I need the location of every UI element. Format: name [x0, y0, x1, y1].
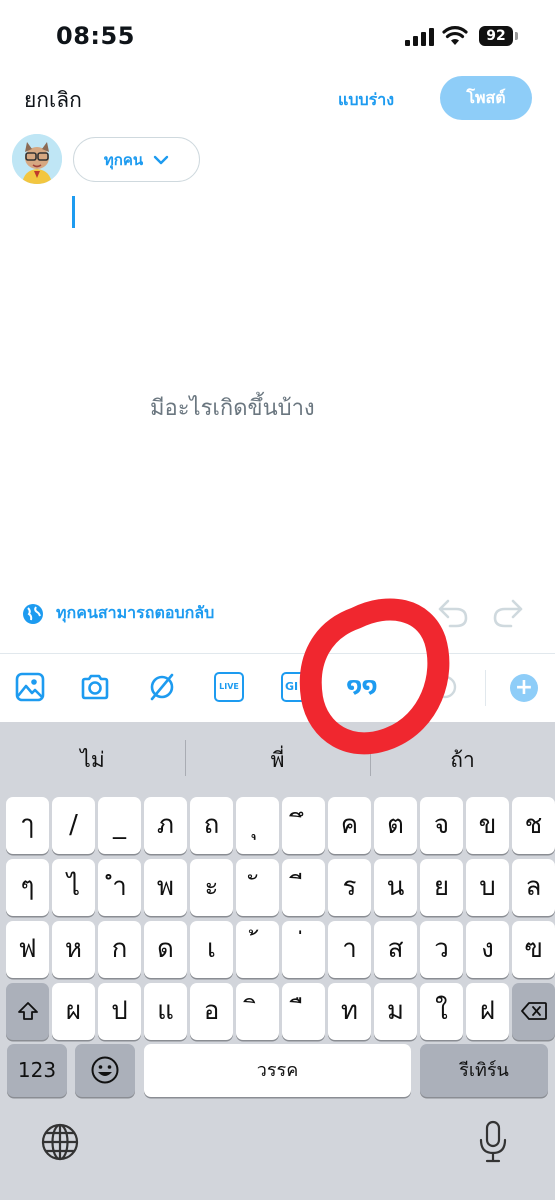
post-button[interactable]: โพสต์	[440, 76, 532, 120]
key[interactable]: ่	[282, 921, 325, 978]
status-time: 08:55	[56, 22, 135, 50]
key[interactable]: บ	[466, 859, 509, 916]
emoji-icon	[91, 1056, 119, 1084]
audience-label: ทุกคน	[103, 150, 144, 169]
key[interactable]: น	[374, 859, 417, 916]
gif-icon[interactable]: GI	[281, 672, 311, 702]
key[interactable]: ผ	[52, 983, 95, 1040]
key[interactable]: ว	[420, 921, 463, 978]
key[interactable]: ย	[420, 859, 463, 916]
key[interactable]: ท	[328, 983, 371, 1040]
chevron-down-icon	[153, 155, 169, 164]
battery-icon: 92	[479, 26, 519, 46]
no-sign-icon[interactable]	[147, 672, 177, 702]
key[interactable]: ะ	[190, 859, 233, 916]
key[interactable]: ป	[98, 983, 141, 1040]
drafts-button[interactable]: แบบร่าง	[338, 88, 394, 113]
microphone-icon[interactable]	[478, 1120, 508, 1164]
key[interactable]: ต	[374, 797, 417, 854]
circle-icon[interactable]	[432, 672, 462, 702]
suggestion-1[interactable]: ไม่	[0, 744, 185, 777]
key[interactable]: ิ	[236, 983, 279, 1040]
compose-toolbar: LIVE GI ໑໑ +	[0, 654, 555, 722]
key[interactable]: อ	[190, 983, 233, 1040]
battery-level: 92	[479, 26, 513, 46]
audience-selector[interactable]: ทุกคน	[73, 137, 200, 182]
live-icon[interactable]: LIVE	[214, 672, 244, 702]
return-key[interactable]: รีเทิร์น	[420, 1044, 548, 1097]
key[interactable]: /	[52, 797, 95, 854]
key[interactable]: า	[328, 921, 371, 978]
key[interactable]: ค	[328, 797, 371, 854]
key[interactable]: แ	[144, 983, 187, 1040]
key[interactable]: ช	[512, 797, 555, 854]
globe-icon[interactable]	[40, 1122, 80, 1162]
key[interactable]: ใ	[420, 983, 463, 1040]
key[interactable]: ข	[466, 797, 509, 854]
avatar[interactable]	[12, 134, 62, 184]
emoji-key[interactable]	[75, 1044, 135, 1097]
redo-icon[interactable]	[491, 597, 527, 629]
key[interactable]: ั	[236, 859, 279, 916]
keyboard: ไม่ พี่ ถ้า ๅ / _ ภ ถ ุ ึ ค ต จ ข ช ๆ ไ …	[0, 722, 555, 1200]
compose-placeholder: มีอะไรเกิดขึ้นบ้าง	[150, 396, 315, 421]
backspace-icon	[520, 1002, 547, 1020]
key[interactable]: ๅ	[6, 797, 49, 854]
numbers-key[interactable]: 123	[7, 1044, 67, 1097]
key[interactable]: พ	[144, 859, 187, 916]
key[interactable]: ฝ	[466, 983, 509, 1040]
key[interactable]: ฟ	[6, 921, 49, 978]
quote-icon[interactable]: ໑໑	[344, 670, 380, 700]
key[interactable]: ด	[144, 921, 187, 978]
key[interactable]: ส	[374, 921, 417, 978]
key[interactable]: ้	[236, 921, 279, 978]
suggestion-bar: ไม่ พี่ ถ้า	[0, 722, 555, 792]
shift-icon	[17, 1002, 38, 1020]
key[interactable]: ฃ	[512, 921, 555, 978]
cellular-signal-icon	[405, 28, 434, 46]
key[interactable]: ถ	[190, 797, 233, 854]
key[interactable]: ร	[328, 859, 371, 916]
suggestion-3[interactable]: ถ้า	[370, 744, 555, 777]
compose-text-field[interactable]: มีอะไรเกิดขึ้นบ้าง	[72, 194, 532, 421]
reply-setting-button[interactable]: ทุกคนสามารถตอบกลับ	[22, 601, 214, 626]
globe-icon	[23, 603, 43, 624]
key[interactable]: ำ	[98, 859, 141, 916]
key[interactable]: _	[98, 797, 141, 854]
avatar-image	[12, 134, 62, 184]
image-icon[interactable]	[15, 672, 45, 702]
shift-key[interactable]	[6, 983, 49, 1040]
camera-icon[interactable]	[80, 672, 110, 702]
status-bar: 08:55 92	[0, 0, 555, 72]
space-key[interactable]: วรรค	[144, 1044, 411, 1097]
suggestion-2[interactable]: พี่	[185, 744, 370, 777]
key[interactable]: ี	[282, 859, 325, 916]
undo-icon[interactable]	[434, 597, 470, 629]
add-icon[interactable]: +	[510, 674, 538, 702]
key[interactable]: ห	[52, 921, 95, 978]
delete-key[interactable]	[512, 983, 555, 1040]
key[interactable]: ุ	[236, 797, 279, 854]
wifi-icon	[442, 26, 468, 45]
key[interactable]: ก	[98, 921, 141, 978]
key[interactable]: ภ	[144, 797, 187, 854]
key[interactable]: ม	[374, 983, 417, 1040]
cancel-button[interactable]: ยกเลิก	[24, 84, 82, 117]
key[interactable]: เ	[190, 921, 233, 978]
toolbar-separator	[485, 670, 486, 706]
key[interactable]: ง	[466, 921, 509, 978]
key[interactable]: จ	[420, 797, 463, 854]
key[interactable]: ื	[282, 983, 325, 1040]
key[interactable]: ไ	[52, 859, 95, 916]
reply-setting-label: ทุกคนสามารถตอบกลับ	[56, 603, 215, 622]
battery-tip	[515, 32, 518, 40]
key[interactable]: ๆ	[6, 859, 49, 916]
key[interactable]: ึ	[282, 797, 325, 854]
key[interactable]: ล	[512, 859, 555, 916]
